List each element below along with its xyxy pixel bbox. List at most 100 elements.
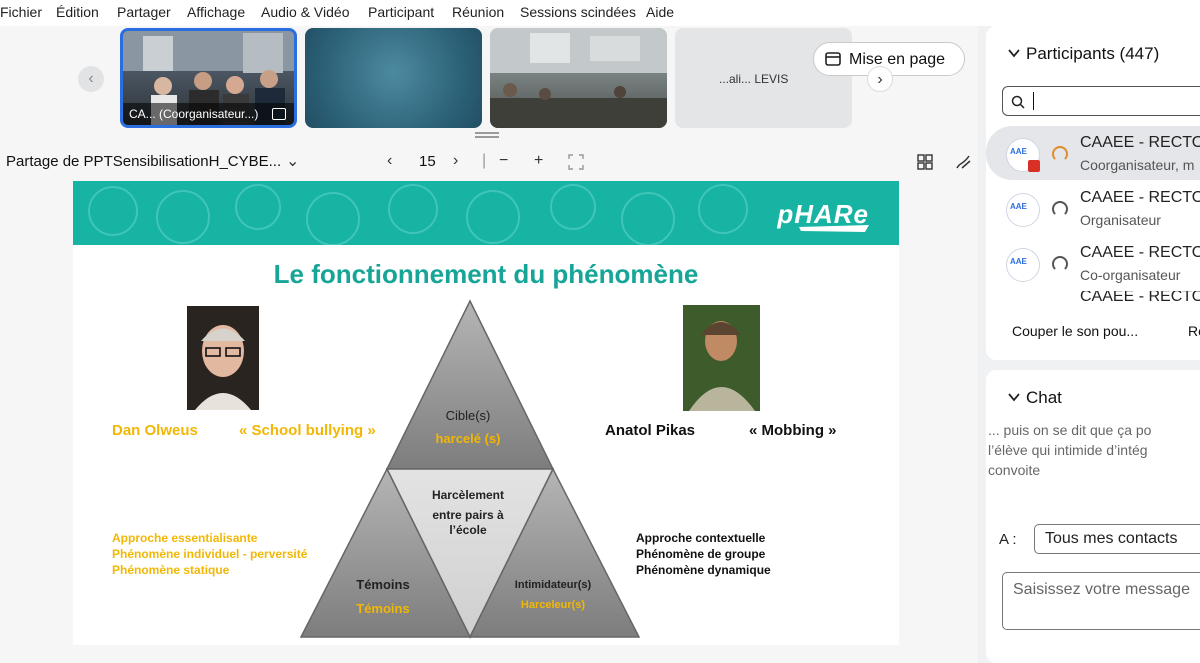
chat-header: Chat bbox=[1026, 388, 1062, 407]
layout-button-label: Mise en page bbox=[849, 51, 946, 68]
left-author-name: Dan Olweus bbox=[112, 422, 198, 439]
participant-name: CAAEE - RECTO bbox=[1080, 134, 1200, 151]
participant-role: Co-organisateur bbox=[1080, 267, 1181, 283]
video-thumbnail-active-speaker[interactable]: CA... (Coorganisateur...) bbox=[120, 28, 297, 128]
fit-screen-icon[interactable] bbox=[568, 154, 584, 170]
participants-panel: Participants (447) AAE CAAEE - RECTO Coo… bbox=[986, 26, 1200, 360]
share-title[interactable]: Partage de PPTSensibilisationH_CYBE... bbox=[6, 153, 281, 170]
menu-reunion[interactable]: Réunion bbox=[452, 4, 504, 20]
participant-name: CAAEE - RECTO bbox=[1080, 244, 1200, 261]
right-approach-line: Phénomène dynamique bbox=[636, 563, 771, 577]
annotate-pen-icon[interactable] bbox=[954, 153, 972, 171]
menu-partager[interactable]: Partager bbox=[117, 4, 171, 20]
menu-bar: Fichier Édition Partager Affichage Audio… bbox=[0, 0, 1200, 26]
bullying-triangle-diagram bbox=[299, 299, 641, 639]
svg-text:AAE: AAE bbox=[1010, 257, 1028, 266]
share-toolbar: Partage de PPTSensibilisationH_CYBE... ⌄… bbox=[0, 146, 978, 182]
menu-affichage[interactable]: Affichage bbox=[187, 4, 245, 20]
layout-icon bbox=[825, 52, 841, 66]
participant-role: Coorganisateur, m bbox=[1080, 157, 1195, 173]
participant-name: CAAEE - RECTO bbox=[1080, 189, 1200, 206]
thumbnails-next-button[interactable]: › bbox=[867, 66, 893, 92]
grid-view-icon[interactable] bbox=[917, 154, 933, 170]
chat-messages: ... puis on se dit que ça po l’élève qui… bbox=[988, 420, 1200, 480]
share-screen-icon bbox=[272, 108, 286, 120]
svg-text:AAE: AAE bbox=[1010, 147, 1028, 156]
participants-search-input[interactable] bbox=[1002, 86, 1200, 116]
participants-secondary-button[interactable]: Re bbox=[1188, 323, 1200, 339]
zoom-out-button[interactable]: − bbox=[499, 152, 508, 170]
triangle-center-line3: l’école bbox=[449, 523, 487, 537]
participants-header: Participants (447) bbox=[1026, 44, 1160, 63]
chevron-down-icon[interactable]: ⌄ bbox=[286, 151, 299, 171]
left-approach-list: Approche essentialisante Phénomène indiv… bbox=[112, 530, 307, 578]
video-thumbnail-2[interactable] bbox=[305, 28, 482, 128]
triangle-bottom-left-sublabel: Témoins bbox=[356, 601, 410, 616]
right-approach-line: Phénomène de groupe bbox=[636, 547, 766, 561]
chat-panel: Chat ... puis on se dit que ça po l’élèv… bbox=[986, 370, 1200, 663]
menu-audio-video[interactable]: Audio & Vidéo bbox=[261, 4, 349, 20]
chevron-down-icon[interactable] bbox=[1008, 392, 1020, 402]
participant-row[interactable]: AAE CAAEE - RECTO Coorganisateur, m bbox=[986, 126, 1200, 180]
chevron-down-icon[interactable] bbox=[1008, 48, 1020, 58]
left-approach-line: Phénomène individuel - perversité bbox=[112, 547, 308, 561]
right-approach-line: Approche contextuelle bbox=[636, 531, 766, 545]
mute-all-button[interactable]: Couper le son pou... bbox=[1012, 323, 1138, 339]
participant-row[interactable]: AAE CAAEE - RECTO Co-organisateur bbox=[986, 236, 1200, 290]
participant-row[interactable]: AAE CAAEE - RECTO Organisateur bbox=[986, 181, 1200, 235]
portrait-anatol-pikas bbox=[683, 305, 760, 411]
menu-edition[interactable]: Édition bbox=[56, 4, 99, 20]
participant-name: CAAEE - RECTO bbox=[1080, 291, 1200, 305]
page-number: 15 bbox=[419, 153, 436, 170]
triangle-bottom-left-label: Témoins bbox=[356, 577, 410, 592]
thumbnail-name-label: CA... (Coorganisateur...) bbox=[123, 103, 294, 125]
logo-underline bbox=[799, 225, 869, 232]
next-page-button[interactable]: › bbox=[453, 152, 458, 170]
avatar: AAE bbox=[1006, 248, 1040, 282]
video-thumbnail-3[interactable] bbox=[490, 28, 667, 128]
menu-sessions-scindees[interactable]: Sessions scindées bbox=[520, 4, 636, 20]
banner-faces-pattern bbox=[88, 184, 748, 245]
menu-aide[interactable]: Aide bbox=[646, 4, 674, 20]
left-approach-line: Phénomène statique bbox=[112, 563, 230, 577]
side-panel: Participants (447) AAE CAAEE - RECTO Coo… bbox=[978, 26, 1200, 663]
shared-slide: pHARe Le fonctionnement du phénomène Dan… bbox=[73, 181, 899, 645]
participant-role: Organisateur bbox=[1080, 212, 1161, 228]
slide-banner: pHARe bbox=[73, 181, 899, 245]
portrait-dan-olweus bbox=[187, 306, 259, 410]
chat-to-label: A : bbox=[999, 531, 1017, 548]
right-approach-list: Approche contextuelle Phénomène de group… bbox=[636, 530, 771, 578]
toolbar-divider: | bbox=[482, 152, 487, 169]
svg-text:AAE: AAE bbox=[1010, 202, 1028, 211]
triangle-center-line2: entre pairs à bbox=[432, 508, 504, 522]
menu-fichier[interactable]: Fichier bbox=[0, 4, 42, 20]
thumbnails-prev-button[interactable]: ‹ bbox=[78, 66, 104, 92]
chat-message-input[interactable]: Saisissez votre message bbox=[1002, 572, 1200, 630]
triangle-top-label: Cible(s) bbox=[445, 408, 491, 423]
headset-icon bbox=[1052, 146, 1068, 162]
triangle-top-sublabel: harcelé (s) bbox=[435, 431, 501, 446]
search-icon bbox=[1011, 95, 1025, 109]
triangle-bottom-right-sublabel: Harceleur(s) bbox=[520, 599, 586, 611]
zoom-in-button[interactable]: + bbox=[534, 152, 543, 170]
previous-page-button[interactable]: ‹ bbox=[387, 152, 392, 170]
chat-message: ... puis on se dit que ça po bbox=[988, 422, 1152, 438]
resize-handle[interactable] bbox=[475, 132, 499, 138]
triangle-center-line1: Harcèlement bbox=[431, 488, 505, 502]
avatar: AAE bbox=[1006, 193, 1040, 227]
right-author-term: « Mobbing » bbox=[749, 422, 837, 439]
left-approach-line: Approche essentialisante bbox=[112, 531, 258, 545]
menu-participant[interactable]: Participant bbox=[368, 4, 434, 20]
text-cursor bbox=[1033, 92, 1034, 110]
video-classroom-scene bbox=[490, 28, 667, 128]
slide-title: Le fonctionnement du phénomène bbox=[273, 259, 699, 289]
triangle-bottom-right-label: Intimidateur(s) bbox=[514, 579, 592, 591]
sharing-badge-icon bbox=[1028, 160, 1040, 172]
thumbnail-name-label: ...ali... LEVIS bbox=[719, 72, 789, 86]
chat-message: convoite bbox=[988, 462, 1041, 478]
participant-row[interactable]: CAAEE - RECTO bbox=[986, 291, 1200, 307]
headset-icon bbox=[1052, 201, 1068, 217]
chat-recipient-select[interactable]: Tous mes contacts bbox=[1034, 524, 1200, 554]
chat-message: l’élève qui intimide d’intég bbox=[988, 442, 1148, 458]
headset-icon bbox=[1052, 256, 1068, 272]
